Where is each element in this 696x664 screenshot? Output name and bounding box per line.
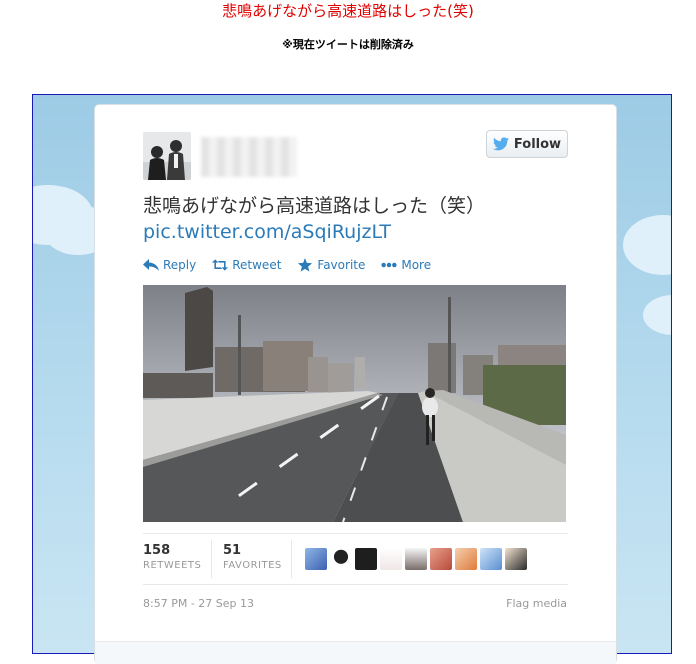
reply-label: Reply bbox=[163, 258, 197, 272]
favoriter-avatar[interactable] bbox=[305, 548, 327, 570]
retweet-label: Retweet bbox=[232, 258, 282, 272]
card-footer bbox=[95, 641, 616, 664]
tweet-actions: Reply Retweet Favorite More bbox=[143, 257, 431, 273]
avatar[interactable] bbox=[143, 132, 191, 180]
more-label: More bbox=[401, 258, 432, 272]
reply-icon bbox=[143, 259, 159, 271]
star-icon bbox=[298, 258, 313, 272]
favoriter-avatar[interactable] bbox=[505, 548, 527, 570]
more-dots-icon bbox=[381, 262, 397, 268]
stat-divider bbox=[291, 540, 292, 578]
retweets-label: RETWEETS bbox=[143, 560, 202, 571]
tweet-media-link[interactable]: pic.twitter.com/aSqiRujzLT bbox=[143, 219, 391, 245]
favorite-action[interactable]: Favorite bbox=[297, 257, 365, 273]
retweet-icon bbox=[212, 259, 229, 271]
favoriter-avatars bbox=[305, 548, 527, 570]
favorites-label: FAVORITES bbox=[223, 560, 282, 571]
retweets-count: 158 bbox=[143, 543, 171, 558]
favoriter-avatar[interactable] bbox=[405, 548, 427, 570]
favoriter-avatar[interactable] bbox=[430, 548, 452, 570]
favorites-count: 51 bbox=[223, 543, 242, 558]
favoriter-avatar[interactable] bbox=[330, 548, 352, 570]
tweet-timestamp[interactable]: 8:57 PM - 27 Sep 13 bbox=[143, 597, 254, 610]
stat-divider bbox=[211, 540, 212, 578]
tweet-photo[interactable] bbox=[143, 285, 566, 522]
favoriter-avatar[interactable] bbox=[480, 548, 502, 570]
favorite-label: Favorite bbox=[317, 258, 366, 272]
retweet-action[interactable]: Retweet bbox=[212, 257, 281, 273]
favorites-stat[interactable]: 51 FAVORITES bbox=[223, 543, 282, 571]
page-headline: 悲鳴あげながら高速道路はしった(笑) bbox=[222, 2, 474, 20]
flag-media-link[interactable]: Flag media bbox=[506, 597, 567, 610]
retweets-stat[interactable]: 158 RETWEETS bbox=[143, 543, 201, 571]
reply-action[interactable]: Reply bbox=[143, 257, 196, 273]
cloud-decoration bbox=[623, 215, 671, 275]
tweet-stats: 158 RETWEETS 51 FAVORITES bbox=[143, 533, 568, 585]
username-blurred bbox=[201, 137, 297, 177]
twitter-bird-icon bbox=[492, 137, 509, 151]
more-action[interactable]: More bbox=[381, 257, 431, 273]
tweet-text: 悲鳴あげながら高速道路はしった（笑） bbox=[143, 195, 486, 217]
cloud-decoration bbox=[643, 295, 671, 335]
tweet-card: Follow 悲鳴あげながら高速道路はしった（笑） pic.twitter.co… bbox=[94, 104, 617, 664]
follow-label: Follow bbox=[513, 136, 562, 152]
favoriter-avatar[interactable] bbox=[380, 548, 402, 570]
follow-button[interactable]: Follow bbox=[486, 130, 568, 158]
favoriter-avatar[interactable] bbox=[355, 548, 377, 570]
highway-photo bbox=[143, 285, 566, 522]
deleted-note: ※現在ツイートは削除済み bbox=[282, 38, 414, 51]
avatar-image bbox=[143, 132, 191, 180]
favoriter-avatar[interactable] bbox=[455, 548, 477, 570]
